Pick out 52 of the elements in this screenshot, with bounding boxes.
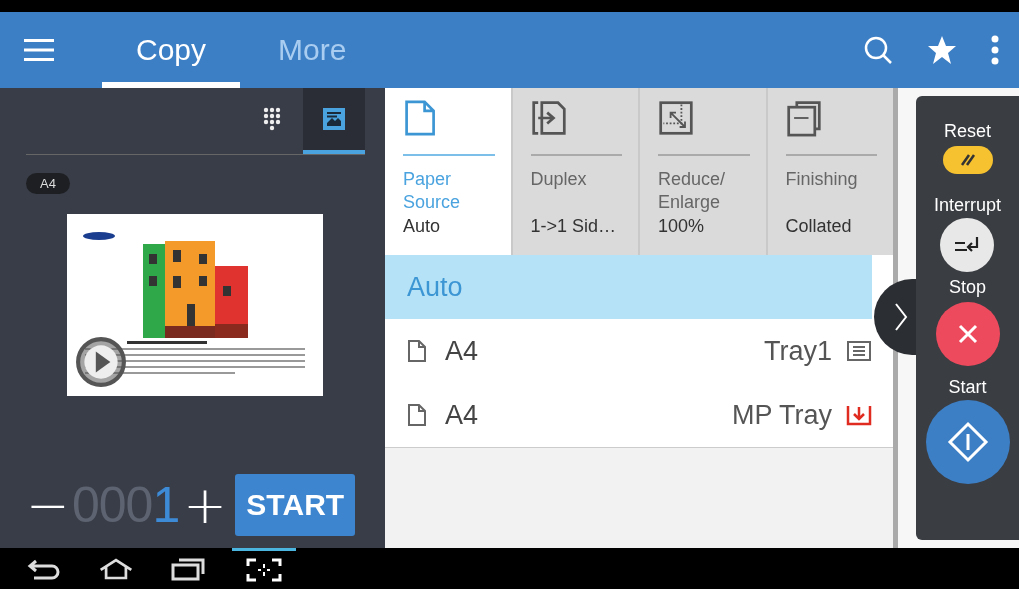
option-tile[interactable]: Paper Source Auto xyxy=(385,88,511,255)
action-label: Reset xyxy=(944,120,991,142)
action-label: Interrupt xyxy=(933,194,1001,216)
option-value: 1->1 Sid… xyxy=(530,216,618,237)
paper-size: A4 xyxy=(445,335,479,367)
diamond-icon xyxy=(946,421,989,463)
tray-icon xyxy=(846,340,872,362)
paper-source-row[interactable]: A4 Tray1 xyxy=(385,319,872,383)
decrease-button[interactable]: − xyxy=(26,479,68,531)
more-options-icon[interactable] xyxy=(991,35,999,65)
paper-size: A4 xyxy=(445,399,479,431)
paper-source-row[interactable]: A4 MP Tray xyxy=(385,383,872,447)
interrupt-button[interactable] xyxy=(940,218,995,272)
image-preview-icon xyxy=(322,107,346,131)
tray-name: Tray1 xyxy=(764,335,832,367)
recent-apps-icon[interactable] xyxy=(170,556,206,581)
search-icon[interactable] xyxy=(863,35,893,65)
chevron-right-icon xyxy=(894,302,908,332)
action-label: Stop xyxy=(949,276,986,298)
double-slash-icon xyxy=(959,153,976,167)
option-label: Finishing xyxy=(785,168,859,191)
increase-button[interactable]: + xyxy=(183,479,226,531)
option-tile[interactable]: Reduce/ Enlarge 100% xyxy=(640,88,766,255)
paper-source-label: Auto xyxy=(407,271,463,303)
tray-download-icon xyxy=(846,404,872,426)
preview-toggle[interactable] xyxy=(303,88,365,154)
option-label: Paper Source xyxy=(403,168,462,214)
page-icon xyxy=(407,339,427,363)
option-value: 100% xyxy=(658,216,706,237)
menu-icon[interactable] xyxy=(24,38,54,62)
option-value: Collated xyxy=(785,216,853,237)
tray-name: MP Tray xyxy=(731,399,832,431)
logo xyxy=(83,232,115,240)
start-button[interactable]: START xyxy=(235,474,356,536)
resize-icon xyxy=(658,98,694,138)
page-icon xyxy=(407,403,427,427)
action-label: Start xyxy=(948,376,987,398)
duplex-icon xyxy=(530,98,567,138)
home-icon[interactable] xyxy=(98,556,134,581)
scan-frame-icon[interactable] xyxy=(246,558,282,582)
option-label: Duplex xyxy=(530,168,588,191)
paper-size-badge: A4 xyxy=(26,173,70,194)
stacked-pages-icon xyxy=(785,98,822,138)
keypad-icon xyxy=(262,107,282,131)
play-icon[interactable] xyxy=(75,336,127,388)
reset-button[interactable] xyxy=(942,146,993,174)
option-tile[interactable]: Finishing Collated xyxy=(767,88,893,255)
option-tile[interactable]: Duplex 1->1 Sid… xyxy=(512,88,638,255)
close-icon xyxy=(956,323,979,345)
star-icon[interactable] xyxy=(927,35,957,65)
option-label: Reduce/ Enlarge xyxy=(658,168,727,214)
option-value: Auto xyxy=(403,216,442,237)
